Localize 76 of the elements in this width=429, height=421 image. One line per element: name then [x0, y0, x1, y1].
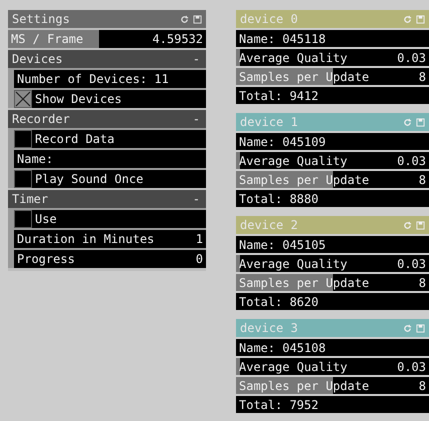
- slider-value: 4.59532: [152, 32, 203, 46]
- slider-label: Samples per Update: [239, 378, 370, 392]
- checkbox[interactable]: [14, 90, 32, 108]
- panel-header[interactable]: Settings: [8, 10, 206, 28]
- row-label: Duration in Minutes: [17, 232, 156, 246]
- checkbox[interactable]: [14, 130, 32, 148]
- device-title: device 2: [240, 218, 299, 232]
- slider[interactable]: Samples per Update 8: [236, 274, 429, 291]
- checkbox[interactable]: [14, 170, 32, 188]
- slider-value: 0.03: [397, 154, 426, 168]
- reload-icon[interactable]: [403, 220, 412, 230]
- save-icon[interactable]: [416, 324, 425, 332]
- group-title: Recorder: [12, 112, 71, 126]
- reload-icon[interactable]: [180, 14, 189, 24]
- slider-label: Average Quality: [239, 360, 348, 374]
- reload-icon[interactable]: [403, 324, 412, 332]
- slider[interactable]: MS / Frame 4.59532: [8, 30, 206, 48]
- slider[interactable]: Average Quality 0.03: [236, 255, 429, 272]
- slider-label: Average Quality: [239, 256, 348, 270]
- group-header[interactable]: Recorder -: [8, 110, 206, 128]
- device-title: device 3: [240, 321, 299, 335]
- checkbox-label: Record Data: [35, 132, 116, 146]
- row-label: Name: 045118: [239, 32, 327, 46]
- save-icon[interactable]: [193, 14, 202, 24]
- slider-label: Samples per Update: [239, 172, 370, 186]
- row-label: Total: 8880: [239, 192, 320, 206]
- checkbox[interactable]: [14, 210, 32, 228]
- group-header[interactable]: Timer -: [8, 190, 206, 208]
- checkbox-label: Play Sound Once: [35, 172, 144, 186]
- slider-value: 0.03: [397, 50, 426, 64]
- row-label: Total: 9412: [239, 88, 320, 102]
- slider[interactable]: Average Quality 0.03: [236, 49, 429, 66]
- group-title: Timer: [12, 192, 50, 206]
- slider-value: 8: [418, 378, 426, 392]
- row-label: Progress: [17, 252, 76, 266]
- device-title: device 1: [240, 115, 299, 129]
- reload-icon[interactable]: [403, 118, 412, 126]
- row-label: Name: 045105: [239, 238, 327, 252]
- slider[interactable]: Samples per Update 8: [236, 68, 429, 85]
- slider[interactable]: Average Quality 0.03: [236, 152, 429, 169]
- row-label: Name: 045109: [239, 134, 327, 148]
- device-title: device 0: [240, 12, 299, 26]
- save-icon[interactable]: [416, 14, 425, 24]
- row-label: Total: 7952: [239, 398, 320, 412]
- checkbox-label: Show Devices: [35, 92, 123, 106]
- row-label: Name: 045108: [239, 340, 327, 354]
- slider-value: 0.03: [397, 360, 426, 374]
- row-label: Number of Devices: 11: [17, 72, 170, 86]
- collapse-toggle[interactable]: -: [190, 52, 202, 66]
- checkbox-label: Use: [35, 212, 58, 226]
- slider-value: 8: [418, 70, 426, 84]
- row-value: 1: [196, 232, 203, 246]
- slider-value: 8: [418, 172, 426, 186]
- collapse-toggle[interactable]: -: [190, 112, 202, 126]
- panel-title: Settings: [12, 12, 71, 26]
- slider[interactable]: Samples per Update 8: [236, 377, 429, 394]
- value-row[interactable]: Duration in Minutes 1: [14, 230, 206, 248]
- slider[interactable]: Average Quality 0.03: [236, 358, 429, 375]
- slider-label: Average Quality: [239, 50, 348, 64]
- save-icon[interactable]: [416, 118, 425, 126]
- collapse-toggle[interactable]: -: [190, 192, 202, 206]
- row-label: Name:: [17, 152, 54, 166]
- slider-label: Samples per Update: [239, 276, 370, 290]
- slider[interactable]: Samples per Update 8: [236, 171, 429, 188]
- slider-label: Average Quality: [239, 154, 348, 168]
- save-icon[interactable]: [416, 220, 425, 230]
- row-label: Total: 8620: [239, 294, 320, 308]
- slider-value: 0.03: [397, 256, 426, 270]
- slider-value: 8: [418, 276, 426, 290]
- group-title: Devices: [12, 52, 64, 66]
- row-value: 0: [196, 252, 203, 266]
- slider-label: Samples per Update: [239, 70, 370, 84]
- value-row[interactable]: Progress 0: [14, 250, 206, 268]
- slider-label: MS / Frame: [11, 32, 84, 46]
- group-header[interactable]: Devices -: [8, 50, 206, 68]
- reload-icon[interactable]: [403, 14, 412, 24]
